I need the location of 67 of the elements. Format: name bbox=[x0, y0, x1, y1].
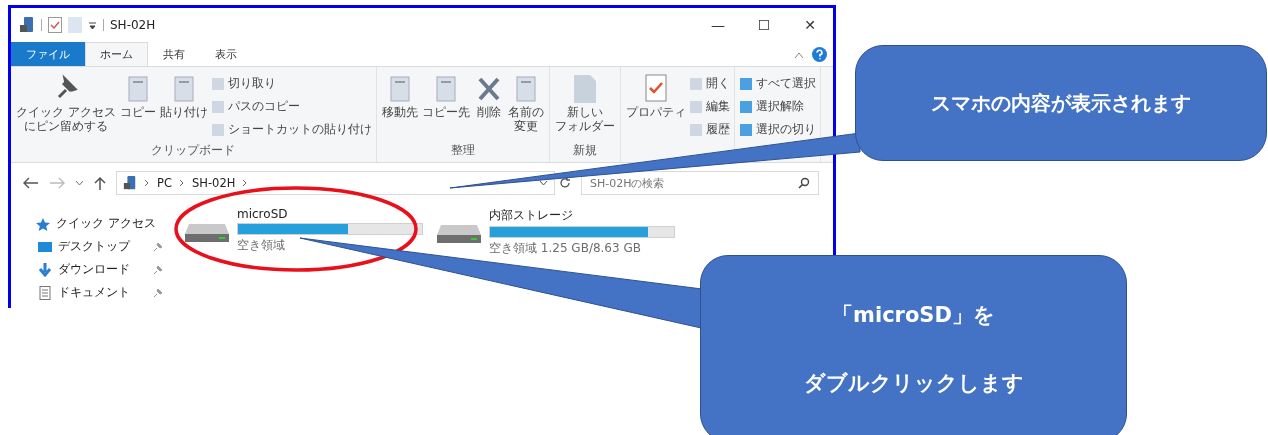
group-label: クリップボード bbox=[150, 142, 237, 159]
callout-text: 「microSD」を bbox=[832, 301, 995, 329]
monitor-icon bbox=[37, 239, 53, 254]
drive-name[interactable]: 内部ストレージ bbox=[489, 207, 675, 224]
group-label: 新規 bbox=[571, 142, 598, 159]
ribbon-button[interactable]: 編集 bbox=[687, 98, 731, 115]
ribbon-button[interactable]: 名前の 変更 bbox=[505, 71, 546, 135]
pin-icon[interactable] bbox=[153, 264, 163, 275]
back-icon[interactable] bbox=[23, 177, 39, 189]
collapse-icon[interactable] bbox=[794, 50, 804, 59]
ribbon-button[interactable]: パスのコピー bbox=[209, 98, 373, 115]
ribbon-button[interactable]: 切り取り bbox=[209, 75, 373, 92]
search-icon bbox=[798, 177, 810, 189]
pin-icon[interactable] bbox=[153, 287, 163, 298]
breadcrumb[interactable]: PC bbox=[157, 176, 172, 190]
document-icon bbox=[688, 76, 703, 91]
ribbon-button[interactable]: クイック アクセス にピン留めする bbox=[14, 71, 118, 138]
document-icon bbox=[688, 99, 703, 114]
refresh-icon[interactable] bbox=[559, 177, 571, 189]
phone-icon bbox=[123, 175, 137, 191]
sidebar-item[interactable]: ダウンロード bbox=[58, 261, 130, 278]
dropdown-icon[interactable] bbox=[88, 20, 97, 30]
ribbon-button[interactable]: 選択の切り bbox=[737, 121, 817, 138]
chevron-right-icon bbox=[242, 179, 249, 187]
sidebar-item[interactable]: クイック アクセス bbox=[56, 215, 156, 232]
download-arrow-icon bbox=[37, 262, 53, 277]
chevron-down-icon[interactable] bbox=[539, 180, 548, 186]
drive-name[interactable]: microSD bbox=[237, 207, 423, 221]
chevron-right-icon bbox=[178, 179, 185, 187]
ribbon-tab[interactable]: ホーム bbox=[85, 42, 148, 66]
callout-text: スマホの内容が表示されます bbox=[931, 89, 1191, 117]
chevron-down-icon[interactable] bbox=[75, 180, 84, 186]
search-field[interactable]: SH-02Hの検索 bbox=[581, 171, 819, 195]
sidebar-item[interactable]: デスクトップ bbox=[58, 238, 130, 255]
pin-icon[interactable] bbox=[153, 241, 163, 252]
sidebar-item[interactable]: ドキュメント bbox=[58, 284, 130, 301]
star-icon bbox=[35, 216, 51, 231]
ribbon-button[interactable]: 履歴 bbox=[687, 121, 731, 138]
up-arrow-icon[interactable] bbox=[94, 176, 106, 190]
address-bar[interactable]: PC SH-02H bbox=[116, 171, 555, 195]
callout-text: ダブルクリックします bbox=[803, 369, 1024, 397]
chevron-right-icon bbox=[144, 179, 150, 187]
document-icon bbox=[210, 76, 225, 91]
ribbon-button[interactable]: すべて選択 bbox=[737, 75, 817, 92]
document-icon bbox=[37, 285, 53, 300]
ribbon-button[interactable]: 選択解除 bbox=[737, 98, 817, 115]
phone-icon[interactable] bbox=[19, 16, 35, 34]
ribbon-button[interactable]: 削除 bbox=[471, 71, 506, 135]
ribbon-button[interactable]: プロパティ bbox=[623, 71, 688, 138]
help-icon[interactable] bbox=[812, 47, 827, 62]
ribbon-button[interactable]: ショートカットの貼り付け bbox=[209, 121, 373, 138]
group-label: 整理 bbox=[449, 142, 476, 159]
ribbon-button[interactable]: 新しい フォルダー bbox=[552, 71, 617, 135]
document-icon bbox=[210, 99, 225, 114]
ribbon-button[interactable]: 開く bbox=[687, 75, 731, 92]
ribbon-button[interactable]: コピー先 bbox=[419, 71, 472, 135]
breadcrumb[interactable]: SH-02H bbox=[191, 176, 236, 190]
free-space-text: 空き領域 bbox=[237, 237, 286, 254]
ribbon-button[interactable]: コピー bbox=[117, 71, 158, 138]
ribbon-button[interactable]: 貼り付け bbox=[157, 71, 210, 138]
document-icon bbox=[210, 122, 225, 137]
ribbon-tab[interactable]: ファイル bbox=[11, 42, 85, 66]
free-space-text: 空き領域 1.25 GB/8.63 GB bbox=[489, 240, 642, 257]
document-icon bbox=[688, 122, 703, 137]
ribbon-button[interactable]: 移動先 bbox=[379, 71, 420, 135]
window-title: SH-02H bbox=[110, 18, 156, 32]
properties-icon[interactable] bbox=[48, 17, 62, 33]
